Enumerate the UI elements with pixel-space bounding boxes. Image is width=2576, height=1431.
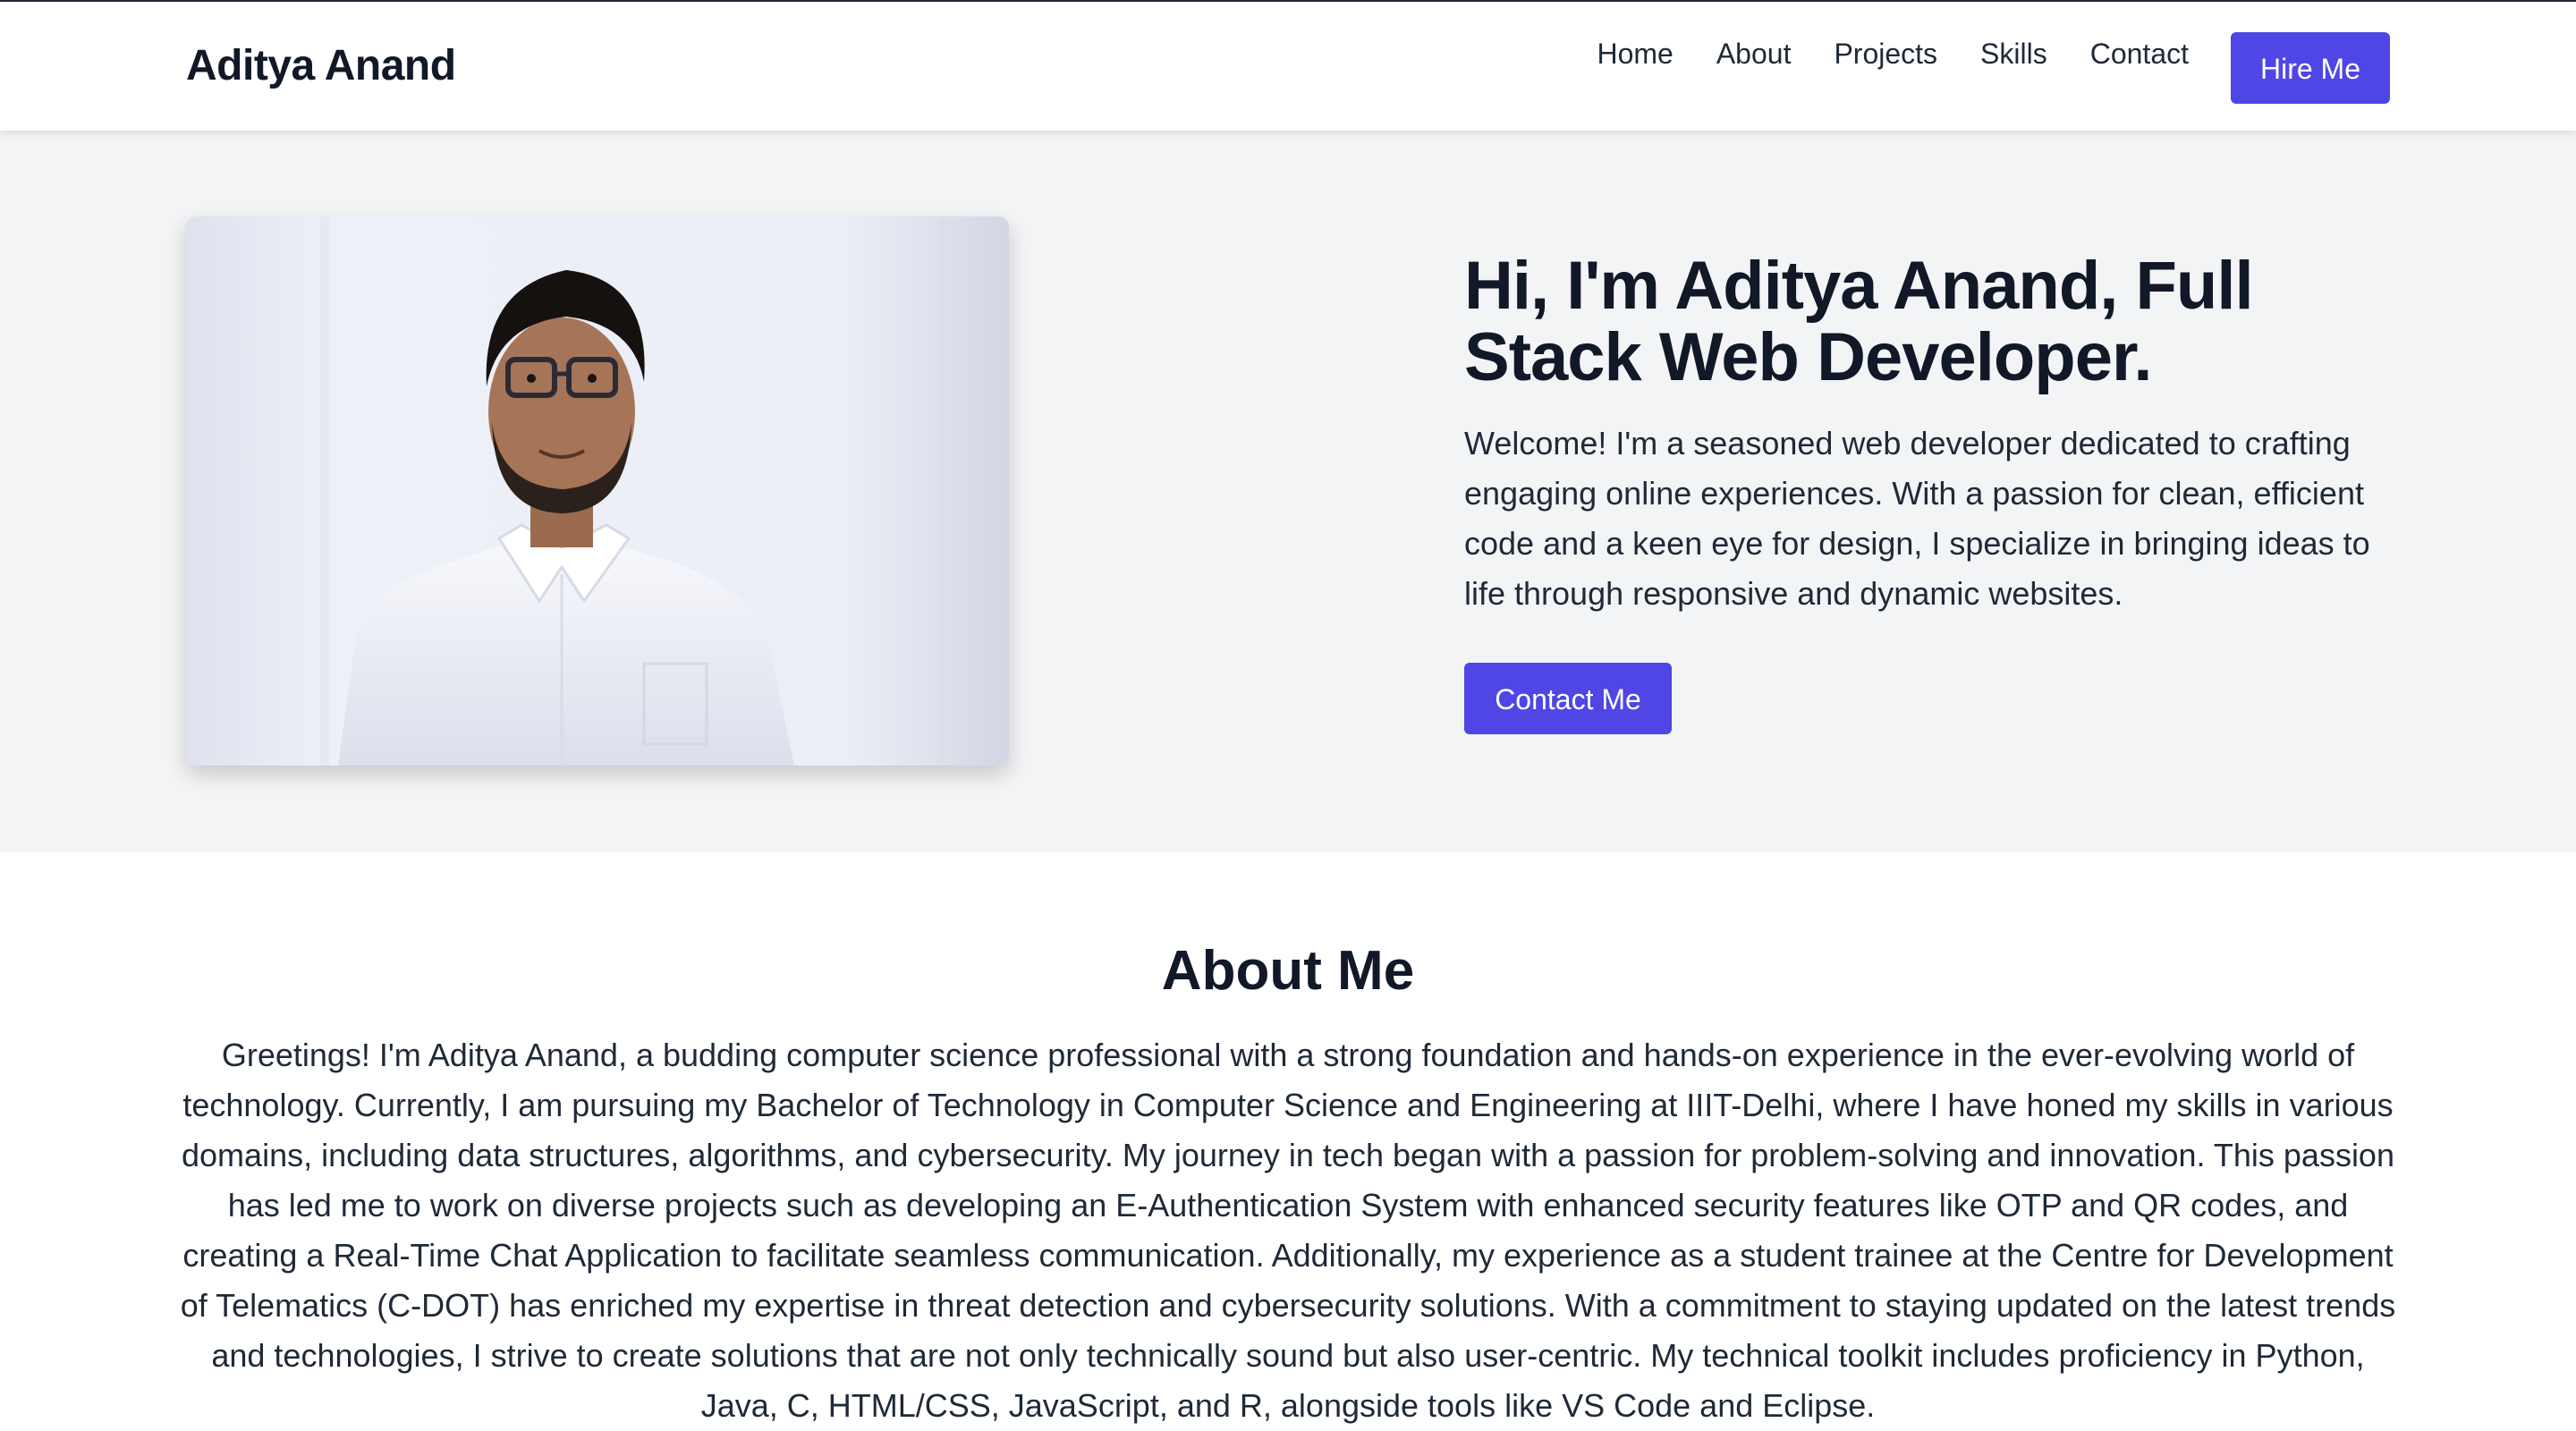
about-title: About Me [1161, 940, 1415, 1002]
hero-section: Hi, I'm Aditya Anand, Full Stack Web Dev… [0, 131, 2576, 851]
hero-title: Hi, I'm Aditya Anand, Full Stack Web Dev… [1464, 248, 2254, 395]
about-body-text: Greetings! I'm Aditya Anand, a budding c… [180, 1037, 2396, 1424]
brand-logo[interactable]: Aditya Anand [186, 39, 456, 93]
nav-link-home[interactable]: Home [1597, 32, 1673, 75]
nav-links: Home About Projects Skills Contact [1597, 32, 2189, 75]
profile-photo [186, 216, 1009, 766]
nav-link-projects[interactable]: Projects [1834, 32, 1937, 75]
navbar: Aditya Anand Home About Projects Skills … [0, 0, 2576, 131]
nav-link-about[interactable]: About [1716, 32, 1792, 75]
contact-me-button[interactable]: Contact Me [1464, 663, 1672, 734]
nav-link-skills[interactable]: Skills [1980, 32, 2047, 75]
about-section: About Me Greetings! I'm Aditya Anand, a … [0, 851, 2576, 1424]
nav-link-contact[interactable]: Contact [2090, 32, 2189, 75]
hero-intro-text: Welcome! I'm a seasoned web developer de… [1464, 425, 2370, 612]
hire-me-button[interactable]: Hire Me [2231, 32, 2390, 104]
